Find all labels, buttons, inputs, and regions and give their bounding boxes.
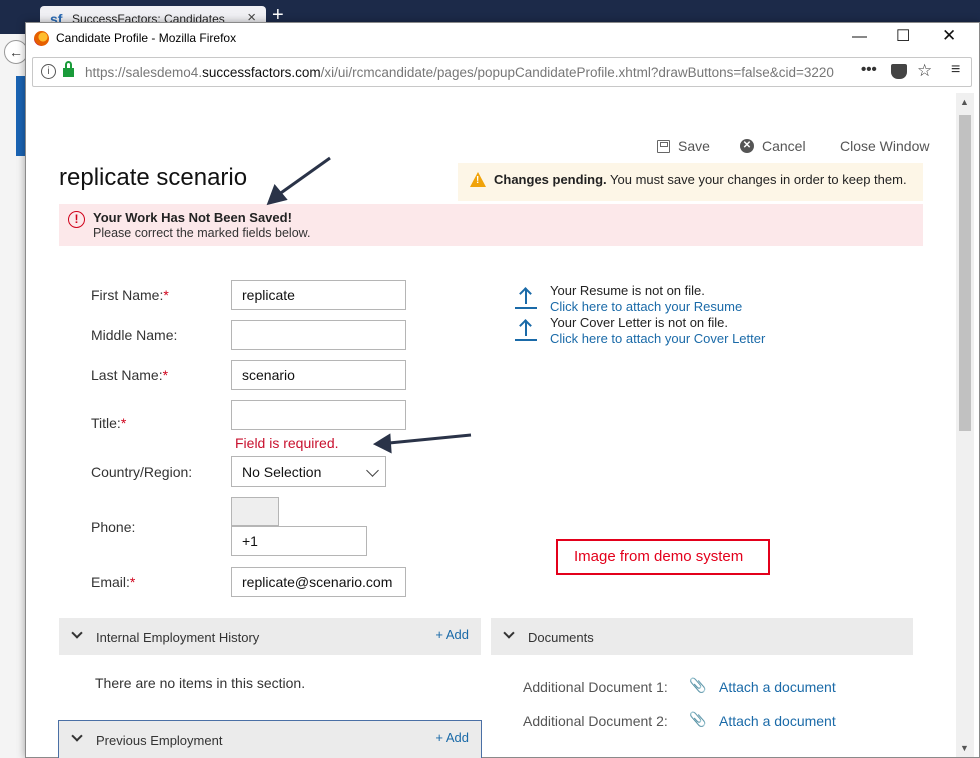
page-actions-icon[interactable]: •••: [861, 61, 877, 78]
pocket-icon[interactable]: [891, 64, 907, 79]
address-bar[interactable]: i https://salesdemo4.successfactors.com/…: [32, 57, 972, 87]
window-title: Candidate Profile - Mozilla Firefox: [56, 31, 237, 45]
info-icon[interactable]: i: [41, 64, 56, 79]
scroll-thumb[interactable]: [959, 115, 971, 431]
vertical-scrollbar[interactable]: ▲ ▼: [956, 93, 974, 757]
lock-icon[interactable]: [63, 61, 74, 77]
window-titlebar: Candidate Profile - Mozilla Firefox — ☐ …: [26, 23, 979, 53]
bookmark-star-icon[interactable]: ☆: [917, 61, 932, 81]
url-text[interactable]: https://salesdemo4.successfactors.com/xi…: [85, 65, 855, 80]
firefox-icon: [34, 31, 49, 46]
maximize-icon[interactable]: ☐: [896, 26, 910, 46]
close-window-icon[interactable]: ✕: [942, 26, 956, 46]
page-content: Save ✕ Cancel Close Window replicate sce…: [26, 93, 956, 758]
annotation-arrow: [372, 433, 472, 454]
candidate-profile-window: Candidate Profile - Mozilla Firefox — ☐ …: [25, 22, 980, 758]
scroll-down-icon[interactable]: ▼: [960, 743, 969, 753]
minimize-icon[interactable]: —: [852, 28, 867, 45]
menu-icon[interactable]: ≡: [951, 61, 960, 79]
annotation-arrow: [266, 156, 331, 206]
annotation-arrows: [266, 156, 472, 454]
scroll-up-icon[interactable]: ▲: [960, 97, 969, 107]
